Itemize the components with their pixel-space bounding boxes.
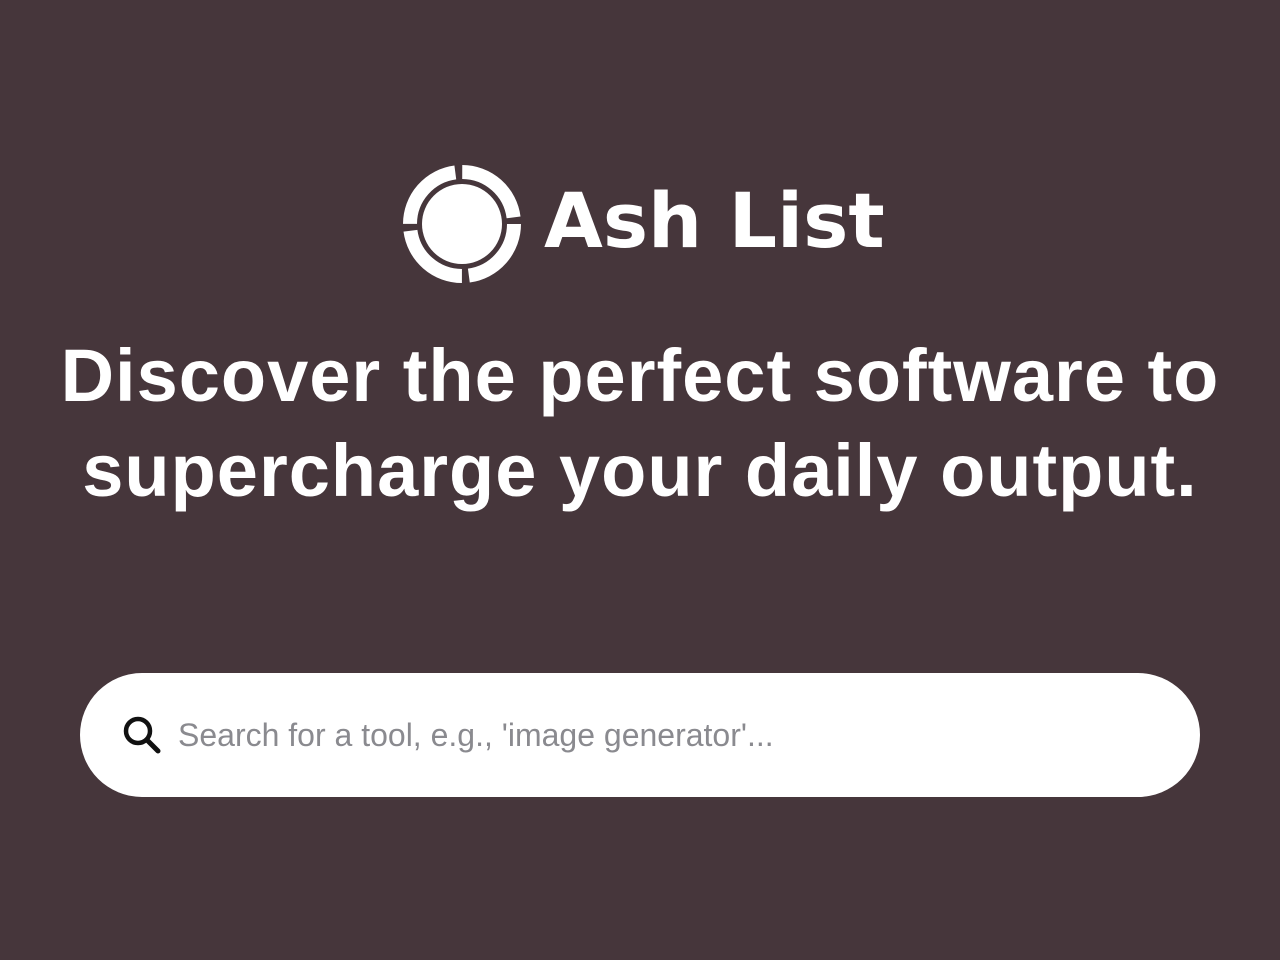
brand-logo[interactable]: Ash List: [402, 163, 885, 285]
target-ring-icon: [403, 165, 521, 283]
brand-name: Ash List: [544, 176, 885, 265]
hero-headline: Discover the perfect software to superch…: [60, 334, 1220, 512]
search-bar[interactable]: [80, 673, 1200, 797]
search-input[interactable]: [178, 705, 1158, 765]
landing-page: Ash List Discover the perfect software t…: [0, 0, 1280, 960]
search-icon: [123, 716, 161, 754]
